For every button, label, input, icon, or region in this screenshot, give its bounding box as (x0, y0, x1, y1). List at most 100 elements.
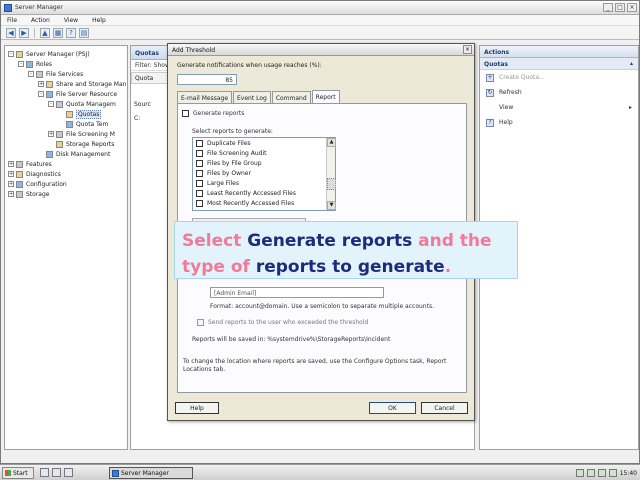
cancel-button[interactable]: Cancel (421, 402, 468, 414)
tree-item[interactable]: - Quota Managem (5, 99, 127, 109)
report-checkbox[interactable] (196, 149, 203, 157)
tab-command[interactable]: Command (271, 91, 311, 103)
send-to-user-row[interactable]: Send reports to the user who exceeded th… (197, 319, 368, 326)
powershell-icon[interactable] (64, 468, 73, 477)
report-list-item[interactable]: Large Files (193, 178, 335, 188)
tree-item[interactable]: + Configuration (5, 179, 127, 189)
collapse-icon[interactable]: ▴ (630, 60, 633, 67)
collapse-icon[interactable]: - (48, 101, 54, 107)
action-view[interactable]: View ▸ (480, 100, 638, 115)
forward-arrow-icon[interactable]: ▶ (19, 27, 29, 38)
report-checkbox[interactable] (196, 189, 203, 197)
scroll-thumb[interactable] (327, 178, 336, 190)
quota-icon (56, 100, 63, 108)
ok-button[interactable]: OK (369, 402, 416, 414)
expand-icon[interactable]: + (8, 171, 14, 177)
view-blank-icon (486, 104, 494, 112)
collapse-icon[interactable]: - (38, 91, 44, 97)
server-manager-quicklaunch-icon[interactable] (52, 468, 61, 477)
show-hide-tree-icon[interactable]: ▦ (53, 27, 63, 38)
list-item[interactable]: C: (134, 115, 140, 122)
tree-item[interactable]: - File Services (5, 69, 127, 79)
menu-file[interactable]: File (7, 17, 17, 24)
menu-action[interactable]: Action (31, 17, 50, 24)
action-center-icon[interactable] (597, 469, 606, 477)
scroll-up-icon[interactable]: ▲ (327, 138, 336, 147)
collapse-icon[interactable]: - (28, 71, 34, 77)
close-icon[interactable]: × (627, 3, 637, 12)
report-checkbox[interactable] (196, 179, 203, 187)
report-checkbox[interactable] (196, 159, 203, 167)
tree-item[interactable]: - Roles (5, 59, 127, 69)
action-label: View (499, 104, 514, 111)
tree-item-label: Roles (36, 60, 53, 68)
scroll-down-icon[interactable]: ▼ (327, 201, 336, 210)
action-help[interactable]: ? Help (480, 115, 638, 130)
column-header-quota[interactable]: Quota (131, 72, 169, 84)
navigation-tree: - Server Manager (PSJ) - Roles - File Service… (4, 45, 128, 450)
tree-item[interactable]: + Share and Storage Man (5, 79, 127, 89)
report-list-item[interactable]: Duplicate Files (193, 138, 335, 148)
generate-reports-checkbox[interactable] (182, 110, 189, 117)
tree-item[interactable]: Disk Management (5, 149, 127, 159)
collapse-icon[interactable]: - (8, 51, 14, 57)
report-list-item[interactable]: File Screening Audit (193, 148, 335, 158)
expand-icon[interactable]: + (38, 81, 44, 87)
menu-help[interactable]: Help (92, 17, 106, 24)
volume-icon[interactable] (586, 469, 595, 477)
clock[interactable]: 15:40 (620, 470, 637, 477)
report-list-item[interactable]: Files by Owner (193, 168, 335, 178)
tree-item[interactable]: + Features (5, 159, 127, 169)
start-button[interactable]: Start (2, 467, 34, 479)
report-type-list[interactable]: Duplicate Files File Screening Audit Files… (192, 137, 336, 211)
minimize-icon[interactable]: _ (603, 3, 613, 12)
action-create-quota[interactable]: + Create Quota... (480, 70, 638, 85)
email-format-note: Format: account@domain. Use a semicolon … (210, 303, 434, 310)
expand-icon[interactable]: + (8, 181, 14, 187)
tab-event-log[interactable]: Event Log (233, 91, 271, 103)
maximize-icon[interactable]: □ (615, 3, 625, 12)
network-icon[interactable] (575, 469, 584, 477)
start-label: Start (13, 470, 28, 477)
collapse-icon[interactable]: - (18, 61, 24, 67)
properties-icon[interactable]: ▤ (79, 27, 89, 38)
report-list-scrollbar[interactable]: ▲ ▼ (326, 138, 336, 210)
action-refresh[interactable]: ↻ Refresh (480, 85, 638, 100)
expand-icon[interactable]: + (8, 161, 14, 167)
report-checkbox[interactable] (196, 139, 203, 147)
show-desktop-icon[interactable] (40, 468, 49, 477)
report-checkbox[interactable] (196, 199, 203, 207)
email-recipients-input[interactable]: [Admin Email] (210, 287, 384, 298)
up-folder-icon[interactable]: ▲ (40, 27, 50, 38)
help-button[interactable]: Help (175, 402, 219, 414)
report-list-item[interactable]: Least Recently Accessed Files (193, 188, 335, 198)
actions-section[interactable]: Quotas ▴ (480, 58, 638, 70)
expand-icon[interactable]: + (48, 131, 54, 137)
back-arrow-icon[interactable]: ◀ (6, 27, 16, 38)
report-list-item[interactable]: Files by File Group (193, 158, 335, 168)
menu-view[interactable]: View (64, 17, 78, 24)
dialog-close-icon[interactable]: × (463, 45, 472, 54)
taskbar-server-manager[interactable]: Server Manager (109, 467, 193, 479)
report-list-item[interactable]: Most Recently Accessed Files (193, 198, 335, 208)
threshold-percent-input[interactable]: 85 (177, 74, 237, 85)
tree-item[interactable]: - File Server Resource (5, 89, 127, 99)
tree-item[interactable]: - Server Manager (PSJ) (5, 49, 127, 59)
tree-item[interactable]: Storage Reports (5, 139, 127, 149)
help-icon[interactable]: ? (66, 27, 76, 38)
tree-item[interactable]: + File Screening M (5, 129, 127, 139)
storage-icon (16, 190, 23, 198)
language-icon[interactable] (608, 469, 617, 477)
report-label: Duplicate Files (207, 139, 251, 147)
generate-reports-row[interactable]: Generate reports (182, 110, 244, 117)
tree-item[interactable]: Quota Tem (5, 119, 127, 129)
report-checkbox[interactable] (196, 169, 203, 177)
tab-report[interactable]: Report (311, 90, 340, 103)
tree-item[interactable]: + Diagnostics (5, 169, 127, 179)
expand-icon[interactable]: + (8, 191, 14, 197)
tree-item[interactable]: + Storage (5, 189, 127, 199)
send-to-user-checkbox[interactable] (197, 319, 204, 326)
tab-email-message[interactable]: E-mail Message (177, 91, 233, 103)
help-book-icon: ? (486, 118, 494, 127)
tree-item[interactable]: Quotas (5, 109, 127, 119)
